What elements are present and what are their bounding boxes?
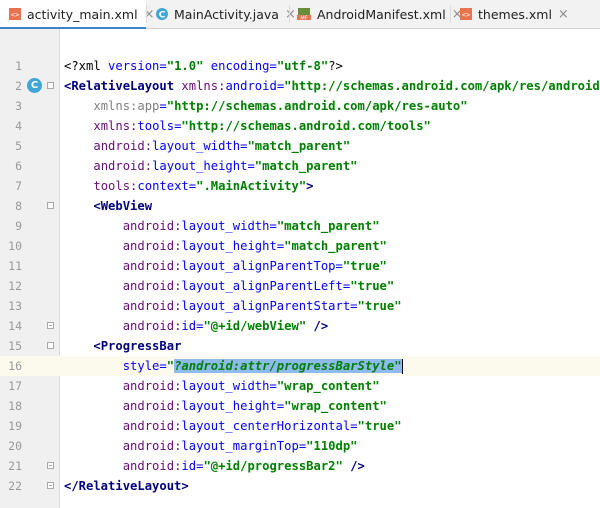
code-line[interactable]: 21 android:id="@+id/progressBar2" />	[0, 456, 600, 476]
line-number: 22	[8, 479, 22, 493]
code-line[interactable]: 8 <WebView	[0, 196, 600, 216]
code-text: android:layout_alignParentStart="true"	[122, 299, 402, 313]
code-line[interactable]: 9 android:layout_width="match_parent"	[0, 216, 600, 236]
code-line[interactable]: 20 android:layout_marginTop="110dp"	[0, 436, 600, 456]
code-line[interactable]: 6 android:layout_height="match_parent"	[0, 156, 600, 176]
line-number: 20	[8, 439, 22, 453]
code-text: <RelativeLayout xmlns:android="http://sc…	[64, 79, 600, 93]
code-text: android:layout_alignParentLeft="true"	[122, 279, 395, 293]
line-number: 5	[15, 139, 22, 153]
code-text: tools:context=".MainActivity">	[93, 179, 314, 193]
code-text: android:layout_width="match_parent"	[122, 219, 380, 233]
fold-marker-icon[interactable]	[47, 462, 54, 469]
code-line[interactable]: 19 android:layout_centerHorizontal="true…	[0, 416, 600, 436]
line-number: 12	[8, 279, 22, 293]
code-text: android:layout_height="match_parent"	[122, 239, 387, 253]
line-number: 11	[8, 259, 22, 273]
tab-label: themes.xml	[478, 6, 552, 22]
code-line[interactable]: 13 android:layout_alignParentStart="true…	[0, 296, 600, 316]
line-number: 13	[8, 299, 22, 313]
svg-text:MF: MF	[300, 15, 307, 21]
fold-marker-icon[interactable]	[47, 322, 54, 329]
related-class-icon[interactable]: C	[27, 78, 42, 93]
code-line[interactable]: 1 <?xml version="1.0" encoding="utf-8"?>	[0, 56, 600, 76]
code-line[interactable]: 18 android:layout_height="wrap_content"	[0, 396, 600, 416]
code-text: xmlns:tools="http://schemas.android.com/…	[93, 119, 431, 133]
java-class-icon: C	[155, 7, 169, 21]
close-icon[interactable]: ×	[558, 8, 569, 21]
code-text: android:layout_marginTop="110dp"	[122, 439, 358, 453]
xml-file-icon: <>	[8, 7, 22, 21]
tab-main-activity-java[interactable]: C MainActivity.java ×	[147, 0, 296, 28]
line-number: 19	[8, 419, 22, 433]
code-text: android:layout_centerHorizontal="true"	[122, 419, 402, 433]
code-line[interactable]: 5 android:layout_width="match_parent"	[0, 136, 600, 156]
code-text: android:id="@+id/progressBar2" />	[122, 459, 365, 473]
code-text: android:layout_alignParentTop="true"	[122, 259, 387, 273]
code-line[interactable]: 12 android:layout_alignParentLeft="true"	[0, 276, 600, 296]
line-number: 14	[8, 319, 22, 333]
tab-label: MainActivity.java	[174, 6, 279, 22]
svg-text:C: C	[159, 11, 166, 21]
code-editor[interactable]: 1 <?xml version="1.0" encoding="utf-8"?> 2…	[0, 29, 600, 508]
code-area[interactable]: 1 <?xml version="1.0" encoding="utf-8"?> 2…	[0, 56, 600, 496]
line-number: 16	[8, 359, 22, 373]
line-number: 18	[8, 399, 22, 413]
code-line[interactable]: 14 android:id="@+id/webView" />	[0, 316, 600, 336]
tab-android-manifest-xml[interactable]: MF AndroidManifest.xml ×	[290, 0, 463, 28]
fold-marker-icon[interactable]	[47, 482, 54, 489]
code-text: <WebView	[93, 199, 153, 213]
code-line[interactable]: 15 <ProgressBar	[0, 336, 600, 356]
line-number: 15	[8, 339, 22, 353]
code-line[interactable]: 7 tools:context=".MainActivity">	[0, 176, 600, 196]
code-line[interactable]: 11 android:layout_alignParentTop="true"	[0, 256, 600, 276]
fold-marker-icon[interactable]	[47, 342, 54, 349]
code-text: <ProgressBar	[93, 339, 182, 353]
code-text: xmlns:app="http://schemas.android.com/ap…	[93, 99, 468, 113]
tab-themes-xml[interactable]: <> themes.xml ×	[451, 0, 569, 28]
svg-text:<>: <>	[11, 11, 19, 19]
line-number: 2	[15, 79, 22, 93]
code-text: android:id="@+id/webView" />	[122, 319, 329, 333]
line-number: 7	[15, 179, 22, 193]
fold-marker-icon[interactable]	[47, 82, 54, 89]
line-number: 4	[15, 119, 22, 133]
code-line[interactable]: 3 xmlns:app="http://schemas.android.com/…	[0, 96, 600, 116]
fold-marker-icon[interactable]	[47, 202, 54, 209]
line-number: 9	[15, 219, 22, 233]
xml-file-icon: <>	[459, 7, 473, 21]
manifest-file-icon: MF	[296, 7, 312, 21]
line-number: 10	[8, 239, 22, 253]
code-line[interactable]: 2 C <RelativeLayout xmlns:android="http://…	[0, 76, 600, 96]
code-text: android:layout_height="wrap_content"	[122, 399, 387, 413]
svg-text:<>: <>	[462, 11, 470, 19]
line-number: 6	[15, 159, 22, 173]
code-text: android:layout_width="match_parent"	[93, 139, 351, 153]
tab-label: activity_main.xml	[27, 6, 138, 22]
code-text: style="?android:attr/progressBarStyle"	[122, 359, 403, 374]
code-line[interactable]: 22 </RelativeLayout>	[0, 476, 600, 496]
line-number: 21	[8, 459, 22, 473]
tab-activity-main-xml[interactable]: <> activity_main.xml ×	[0, 0, 154, 29]
line-number: 17	[8, 379, 22, 393]
tab-label: AndroidManifest.xml	[317, 6, 446, 22]
code-text: </RelativeLayout>	[64, 479, 189, 493]
code-text: android:layout_width="wrap_content"	[122, 379, 380, 393]
line-number: 1	[15, 59, 22, 73]
code-line[interactable]: 10 android:layout_height="match_parent"	[0, 236, 600, 256]
editor-tab-bar: <> activity_main.xml × C MainActivity.ja…	[0, 0, 600, 29]
code-line[interactable]: 16 style="?android:attr/progressBarStyle…	[0, 356, 600, 376]
code-line[interactable]: 4 xmlns:tools="http://schemas.android.co…	[0, 116, 600, 136]
code-text: android:layout_height="match_parent"	[93, 159, 358, 173]
code-line[interactable]: 17 android:layout_width="wrap_content"	[0, 376, 600, 396]
line-number: 8	[15, 199, 22, 213]
code-text: <?xml version="1.0" encoding="utf-8"?>	[64, 59, 343, 73]
line-number: 3	[15, 99, 22, 113]
